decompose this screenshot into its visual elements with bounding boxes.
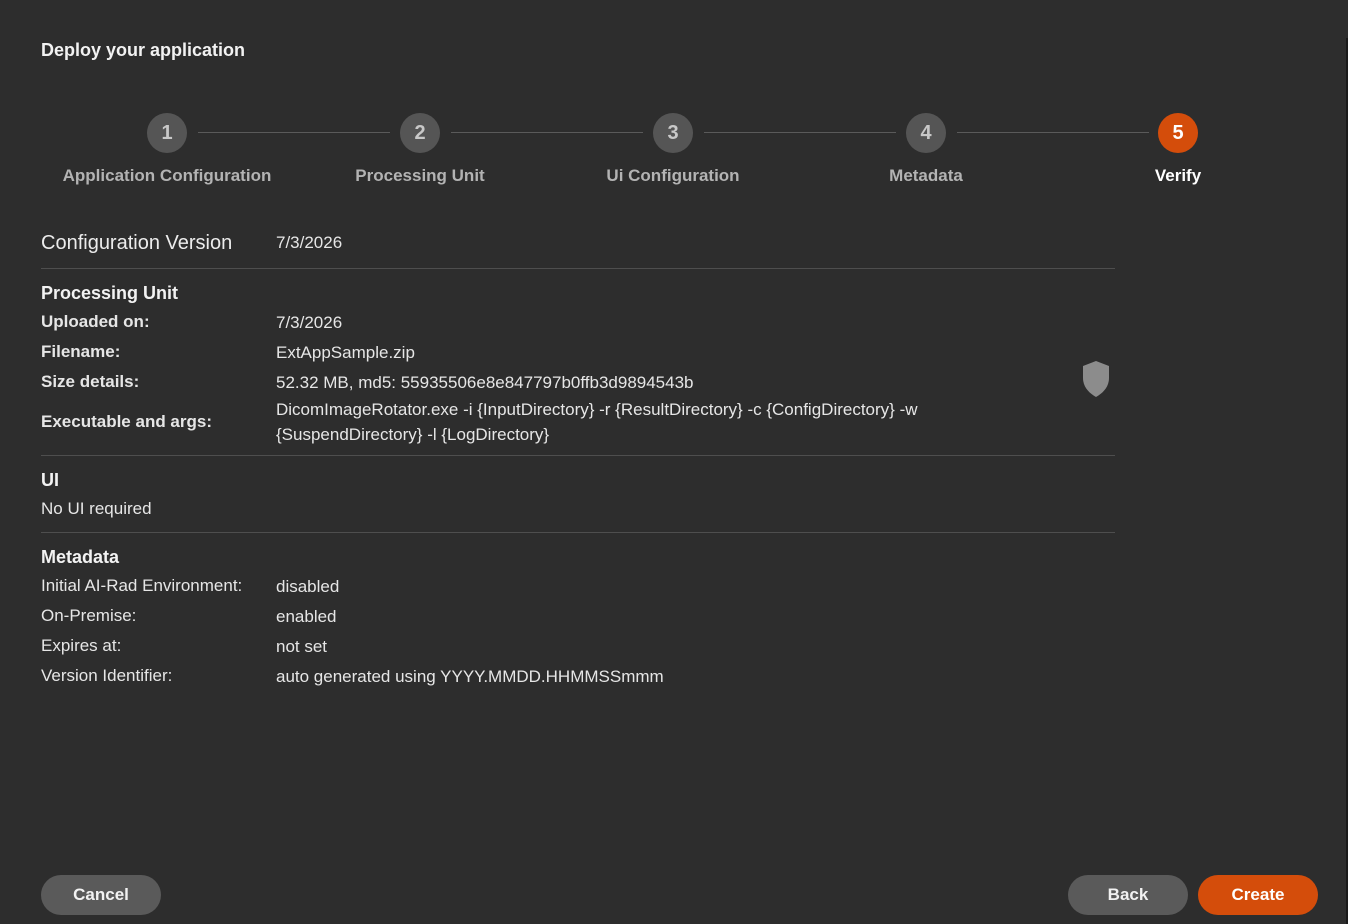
uploaded-on-label: Uploaded on: [41, 312, 150, 331]
step-number: 4 [906, 113, 946, 153]
back-button[interactable]: Back [1068, 875, 1188, 915]
step-label: Application Configuration [62, 166, 272, 185]
size-details-value: 52.32 MB, md5: 55935506e8e847797b0ffb3d9… [276, 372, 694, 392]
filename-value: ExtAppSample.zip [276, 342, 415, 362]
step-application-configuration[interactable]: 1 Application Configuration [37, 113, 297, 186]
size-details-row: Size details: 52.32 MB, md5: 55935506e8e… [41, 367, 1115, 397]
deploy-dialog: Deploy your application 1 Application Co… [0, 0, 1348, 924]
metadata-label: Initial AI-Rad Environment: [41, 576, 243, 595]
divider [41, 532, 1115, 533]
step-number: 2 [400, 113, 440, 153]
ui-title: UI [41, 470, 59, 490]
metadata-value: not set [276, 636, 328, 656]
executable-row: Executable and args: DicomImageRotator.e… [41, 397, 1115, 447]
size-details-label: Size details: [41, 372, 140, 391]
step-metadata[interactable]: 4 Metadata [796, 113, 1056, 186]
metadata-label: Version Identifier: [41, 666, 173, 685]
filename-label: Filename: [41, 342, 121, 361]
cancel-button[interactable]: Cancel [41, 875, 161, 915]
executable-value: DicomImageRotator.exe -i {InputDirectory… [276, 400, 918, 444]
metadata-value: enabled [276, 606, 337, 626]
metadata-row-on-premise: On-Premise: enabled [41, 601, 1115, 631]
step-number: 1 [147, 113, 187, 153]
metadata-value: disabled [276, 576, 340, 596]
uploaded-on-row: Uploaded on: 7/3/2026 [41, 307, 1115, 337]
step-processing-unit[interactable]: 2 Processing Unit [290, 113, 550, 186]
metadata-value: auto generated using YYYY.MMDD.HHMMSSmmm [276, 666, 664, 686]
step-number: 3 [653, 113, 693, 153]
metadata-row-environment: Initial AI-Rad Environment: disabled [41, 571, 1115, 601]
metadata-row-expires: Expires at: not set [41, 631, 1115, 661]
uploaded-on-value: 7/3/2026 [276, 312, 343, 332]
divider [41, 268, 1115, 269]
metadata-title: Metadata [41, 547, 120, 567]
step-label: Metadata [889, 166, 963, 185]
configuration-version-value: 7/3/2026 [276, 233, 343, 252]
configuration-version-row: Configuration Version 7/3/2026 [41, 226, 1115, 260]
divider [41, 455, 1115, 456]
filename-row: Filename: ExtAppSample.zip [41, 337, 1115, 367]
dialog-title: Deploy your application [41, 40, 246, 60]
ui-value: No UI required [41, 499, 152, 518]
configuration-version-label: Configuration Version [41, 231, 233, 254]
step-ui-configuration[interactable]: 3 Ui Configuration [543, 113, 803, 186]
processing-unit-title: Processing Unit [41, 283, 179, 303]
step-label: Ui Configuration [606, 166, 740, 185]
metadata-row-version-identifier: Version Identifier: auto generated using… [41, 661, 1115, 691]
shield-icon [1083, 361, 1109, 397]
metadata-label: On-Premise: [41, 606, 137, 625]
step-label: Processing Unit [355, 166, 485, 185]
create-button[interactable]: Create [1198, 875, 1318, 915]
step-label: Verify [1154, 166, 1202, 185]
executable-label: Executable and args: [41, 412, 213, 431]
step-verify[interactable]: 5 Verify [1048, 113, 1308, 186]
step-number: 5 [1158, 113, 1198, 153]
verify-summary: Configuration Version 7/3/2026 Processin… [41, 226, 1115, 691]
metadata-label: Expires at: [41, 636, 122, 655]
stepper: 1 Application Configuration 2 Processing… [0, 113, 1348, 203]
